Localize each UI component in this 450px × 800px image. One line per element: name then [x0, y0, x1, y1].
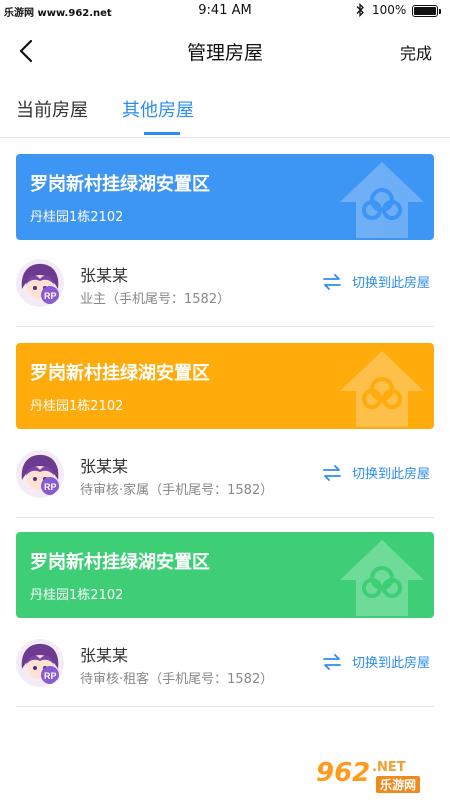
battery-percent: 100% [372, 3, 407, 17]
tab-bar: 当前房屋 其他房屋 [0, 80, 450, 138]
site-watermark-logo: 962 .NET 乐游网 [306, 756, 446, 796]
house-watermark-icon [340, 351, 424, 427]
house-watermark-icon [340, 162, 424, 238]
avatar-icon: RP [16, 639, 64, 687]
house-address: 丹桂园1栋2102 [30, 399, 124, 414]
avatar: RP [16, 259, 64, 307]
tab-other-houses[interactable]: 其他房屋 [122, 96, 194, 122]
avatar: RP [16, 639, 64, 687]
person-role: 业主（手机尾号：1582） [80, 292, 231, 307]
watermark-text: 乐游网 [376, 776, 421, 793]
avatar: RP [16, 450, 64, 498]
battery-icon [412, 5, 441, 17]
switch-house-button[interactable]: 切换到此房屋 [322, 652, 430, 674]
switch-house-button[interactable]: 切换到此房屋 [322, 272, 430, 294]
avatar-icon: RP [16, 450, 64, 498]
swap-arrows-icon [323, 465, 341, 481]
switch-house-button[interactable]: 切换到此房屋 [322, 463, 430, 485]
person-row: RP 张某某 业主（手机尾号：1582） 切换到此房屋 [0, 240, 450, 326]
swap-arrows-icon [323, 274, 341, 290]
person-name: 张某某 [80, 646, 129, 665]
person-name: 张某某 [80, 266, 129, 285]
row-divider [16, 326, 434, 327]
watermark-number: 962 [316, 758, 371, 788]
nav-bar: 管理房屋 完成 [0, 22, 450, 80]
house-name: 罗岗新村挂绿湖安置区 [30, 552, 210, 573]
house-name: 罗岗新村挂绿湖安置区 [30, 363, 210, 384]
swap-arrows-icon [323, 654, 341, 670]
tab-current-house[interactable]: 当前房屋 [16, 96, 88, 122]
house-card[interactable]: 罗岗新村挂绿湖安置区 丹桂园1栋2102 [16, 154, 434, 240]
house-watermark-icon [340, 540, 424, 616]
house-name: 罗岗新村挂绿湖安置区 [30, 174, 210, 195]
bluetooth-icon [356, 3, 364, 17]
tab-active-indicator [144, 132, 180, 135]
house-card[interactable]: 罗岗新村挂绿湖安置区 丹桂园1栋2102 [16, 532, 434, 618]
svg-text:RP: RP [44, 482, 57, 492]
row-divider [16, 517, 434, 518]
person-name: 张某某 [80, 457, 129, 476]
person-row: RP 张某某 待审核·租客（手机尾号：1582） 切换到此房屋 [0, 620, 450, 706]
svg-text:RP: RP [44, 671, 57, 681]
status-bar: 乐游网 www.962.net 9:41 AM 100% [0, 0, 450, 22]
svg-text:RP: RP [44, 291, 57, 301]
done-button[interactable]: 完成 [400, 40, 432, 64]
house-address: 丹桂园1栋2102 [30, 210, 124, 225]
person-role: 待审核·家属（手机尾号：1582） [80, 483, 274, 498]
avatar-icon: RP [16, 259, 64, 307]
watermark-suffix: .NET [372, 760, 406, 775]
person-row: RP 张某某 待审核·家属（手机尾号：1582） 切换到此房屋 [0, 431, 450, 517]
row-divider [16, 706, 434, 707]
house-card[interactable]: 罗岗新村挂绿湖安置区 丹桂园1栋2102 [16, 343, 434, 429]
page-title: 管理房屋 [186, 42, 263, 64]
person-role: 待审核·租客（手机尾号：1582） [80, 672, 274, 687]
house-address: 丹桂园1栋2102 [30, 588, 124, 603]
